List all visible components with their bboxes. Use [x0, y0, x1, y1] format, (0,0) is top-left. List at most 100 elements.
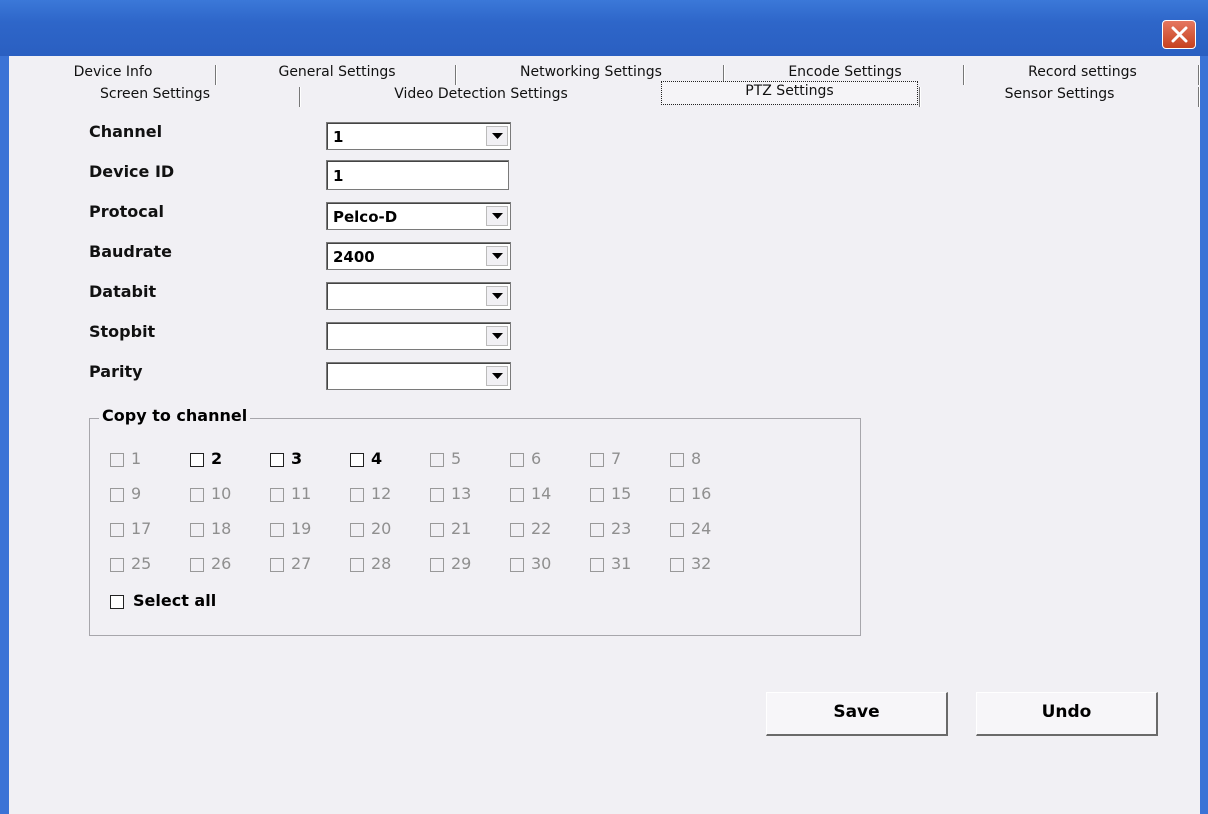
channel-checkbox-label: 23	[611, 519, 632, 538]
channel-checkbox	[110, 453, 124, 467]
channel-checkbox	[110, 488, 124, 502]
device-id-field[interactable]: 1	[326, 160, 509, 190]
tab-screen-settings[interactable]: Screen Settings	[9, 84, 301, 108]
close-icon	[1171, 26, 1188, 43]
channel-checkbox	[110, 558, 124, 572]
channel-checkbox	[670, 523, 684, 537]
select-all-label: Select all	[133, 591, 217, 610]
tab-label: Sensor Settings	[1004, 86, 1115, 102]
tab-label: Networking Settings	[520, 64, 662, 80]
device-id-value: 1	[333, 167, 344, 185]
channel-checkbox	[350, 558, 364, 572]
tab-label: Video Detection Settings	[394, 86, 568, 102]
save-button[interactable]: Save	[766, 692, 948, 736]
tab-video-detection-settings[interactable]: Video Detection Settings	[301, 84, 661, 108]
baudrate-select[interactable]: 2400	[326, 242, 511, 270]
chevron-down-icon	[492, 373, 503, 379]
channel-checkbox	[510, 523, 524, 537]
channel-checkbox	[270, 488, 284, 502]
channel-checkbox-label: 18	[211, 519, 232, 538]
channel-checkbox	[670, 453, 684, 467]
channel-value: 1	[333, 128, 344, 146]
chevron-down-icon	[492, 293, 503, 299]
channel-checkbox[interactable]	[350, 453, 364, 467]
channel-checkbox-label: 20	[371, 519, 392, 538]
channel-checkbox-label: 19	[291, 519, 312, 538]
channel-checkbox-label: 12	[371, 484, 392, 503]
dropdown-button[interactable]	[486, 366, 508, 386]
channel-select[interactable]: 1	[326, 122, 511, 150]
dropdown-button[interactable]	[486, 126, 508, 146]
channel-checkbox	[190, 523, 204, 537]
select-all-checkbox[interactable]	[110, 595, 124, 609]
channel-checkbox-label: 16	[691, 484, 712, 503]
parity-select[interactable]	[326, 362, 511, 390]
channel-checkbox	[670, 488, 684, 502]
channel-checkbox-label: 8	[691, 449, 702, 468]
copy-to-channel-title: Copy to channel	[99, 406, 251, 425]
channel-checkbox-label: 7	[611, 449, 622, 468]
tab-label: Encode Settings	[788, 64, 902, 80]
channel-checkbox[interactable]	[190, 453, 204, 467]
stopbit-label: Stopbit	[89, 322, 156, 341]
channel-checkbox-label: 3	[291, 449, 303, 468]
tab-label: Record settings	[1028, 64, 1137, 80]
dropdown-button[interactable]	[486, 246, 508, 266]
channel-checkbox-label: 14	[531, 484, 552, 503]
protocol-select[interactable]: Pelco-D	[326, 202, 511, 230]
tab-label: General Settings	[278, 64, 396, 80]
channel-checkbox-label: 25	[131, 554, 152, 573]
tab-label: PTZ Settings	[745, 83, 834, 99]
close-button[interactable]	[1162, 20, 1196, 49]
databit-label: Databit	[89, 282, 157, 301]
dropdown-button[interactable]	[486, 206, 508, 226]
title-bar[interactable]	[0, 0, 1208, 56]
channel-checkbox-label: 24	[691, 519, 712, 538]
tab-separator	[1198, 65, 1200, 85]
channel-checkbox-label: 4	[371, 449, 383, 468]
settings-window: Device Info General Settings Networking …	[0, 0, 1208, 814]
channel-checkbox	[510, 558, 524, 572]
tab-record-settings[interactable]: Record settings	[965, 62, 1200, 86]
dropdown-button[interactable]	[486, 286, 508, 306]
channel-checkbox-label: 29	[451, 554, 472, 573]
databit-select[interactable]	[326, 282, 511, 310]
channel-checkbox-label: 6	[531, 449, 542, 468]
channel-checkbox-label: 31	[611, 554, 632, 573]
tab-sensor-settings[interactable]: Sensor Settings	[919, 84, 1200, 108]
channel-checkbox	[590, 558, 604, 572]
channel-label: Channel	[89, 122, 163, 141]
dropdown-button[interactable]	[486, 326, 508, 346]
channel-checkbox	[590, 523, 604, 537]
window-frame-left	[0, 56, 9, 814]
channel-checkbox-label: 21	[451, 519, 472, 538]
channel-checkbox-label: 32	[691, 554, 712, 573]
channel-checkbox	[430, 523, 444, 537]
tab-general-settings[interactable]: General Settings	[217, 62, 457, 86]
device-id-label: Device ID	[89, 162, 175, 181]
chevron-down-icon	[492, 333, 503, 339]
parity-label: Parity	[89, 362, 143, 381]
protocol-label: Protocal	[89, 202, 165, 221]
channel-checkbox-label: 28	[371, 554, 392, 573]
channel-checkbox	[510, 488, 524, 502]
tab-device-info[interactable]: Device Info	[9, 62, 217, 86]
channel-checkbox-label: 13	[451, 484, 472, 503]
channel-checkbox-label: 5	[451, 449, 462, 468]
channel-checkbox-label: 17	[131, 519, 152, 538]
channel-checkbox-label: 30	[531, 554, 552, 573]
channel-checkbox[interactable]	[270, 453, 284, 467]
tab-label: Screen Settings	[99, 86, 210, 102]
channel-checkbox	[510, 453, 524, 467]
channel-checkbox-label: 26	[211, 554, 232, 573]
channel-checkbox	[110, 523, 124, 537]
undo-button[interactable]: Undo	[976, 692, 1158, 736]
channel-checkbox	[270, 558, 284, 572]
tab-label: Device Info	[73, 64, 153, 80]
channel-checkbox	[350, 488, 364, 502]
stopbit-select[interactable]	[326, 322, 511, 350]
tab-ptz-settings[interactable]: PTZ Settings	[661, 81, 918, 105]
channel-checkbox	[430, 453, 444, 467]
channel-checkbox	[350, 523, 364, 537]
dialog-client-area: Device Info General Settings Networking …	[9, 56, 1200, 814]
